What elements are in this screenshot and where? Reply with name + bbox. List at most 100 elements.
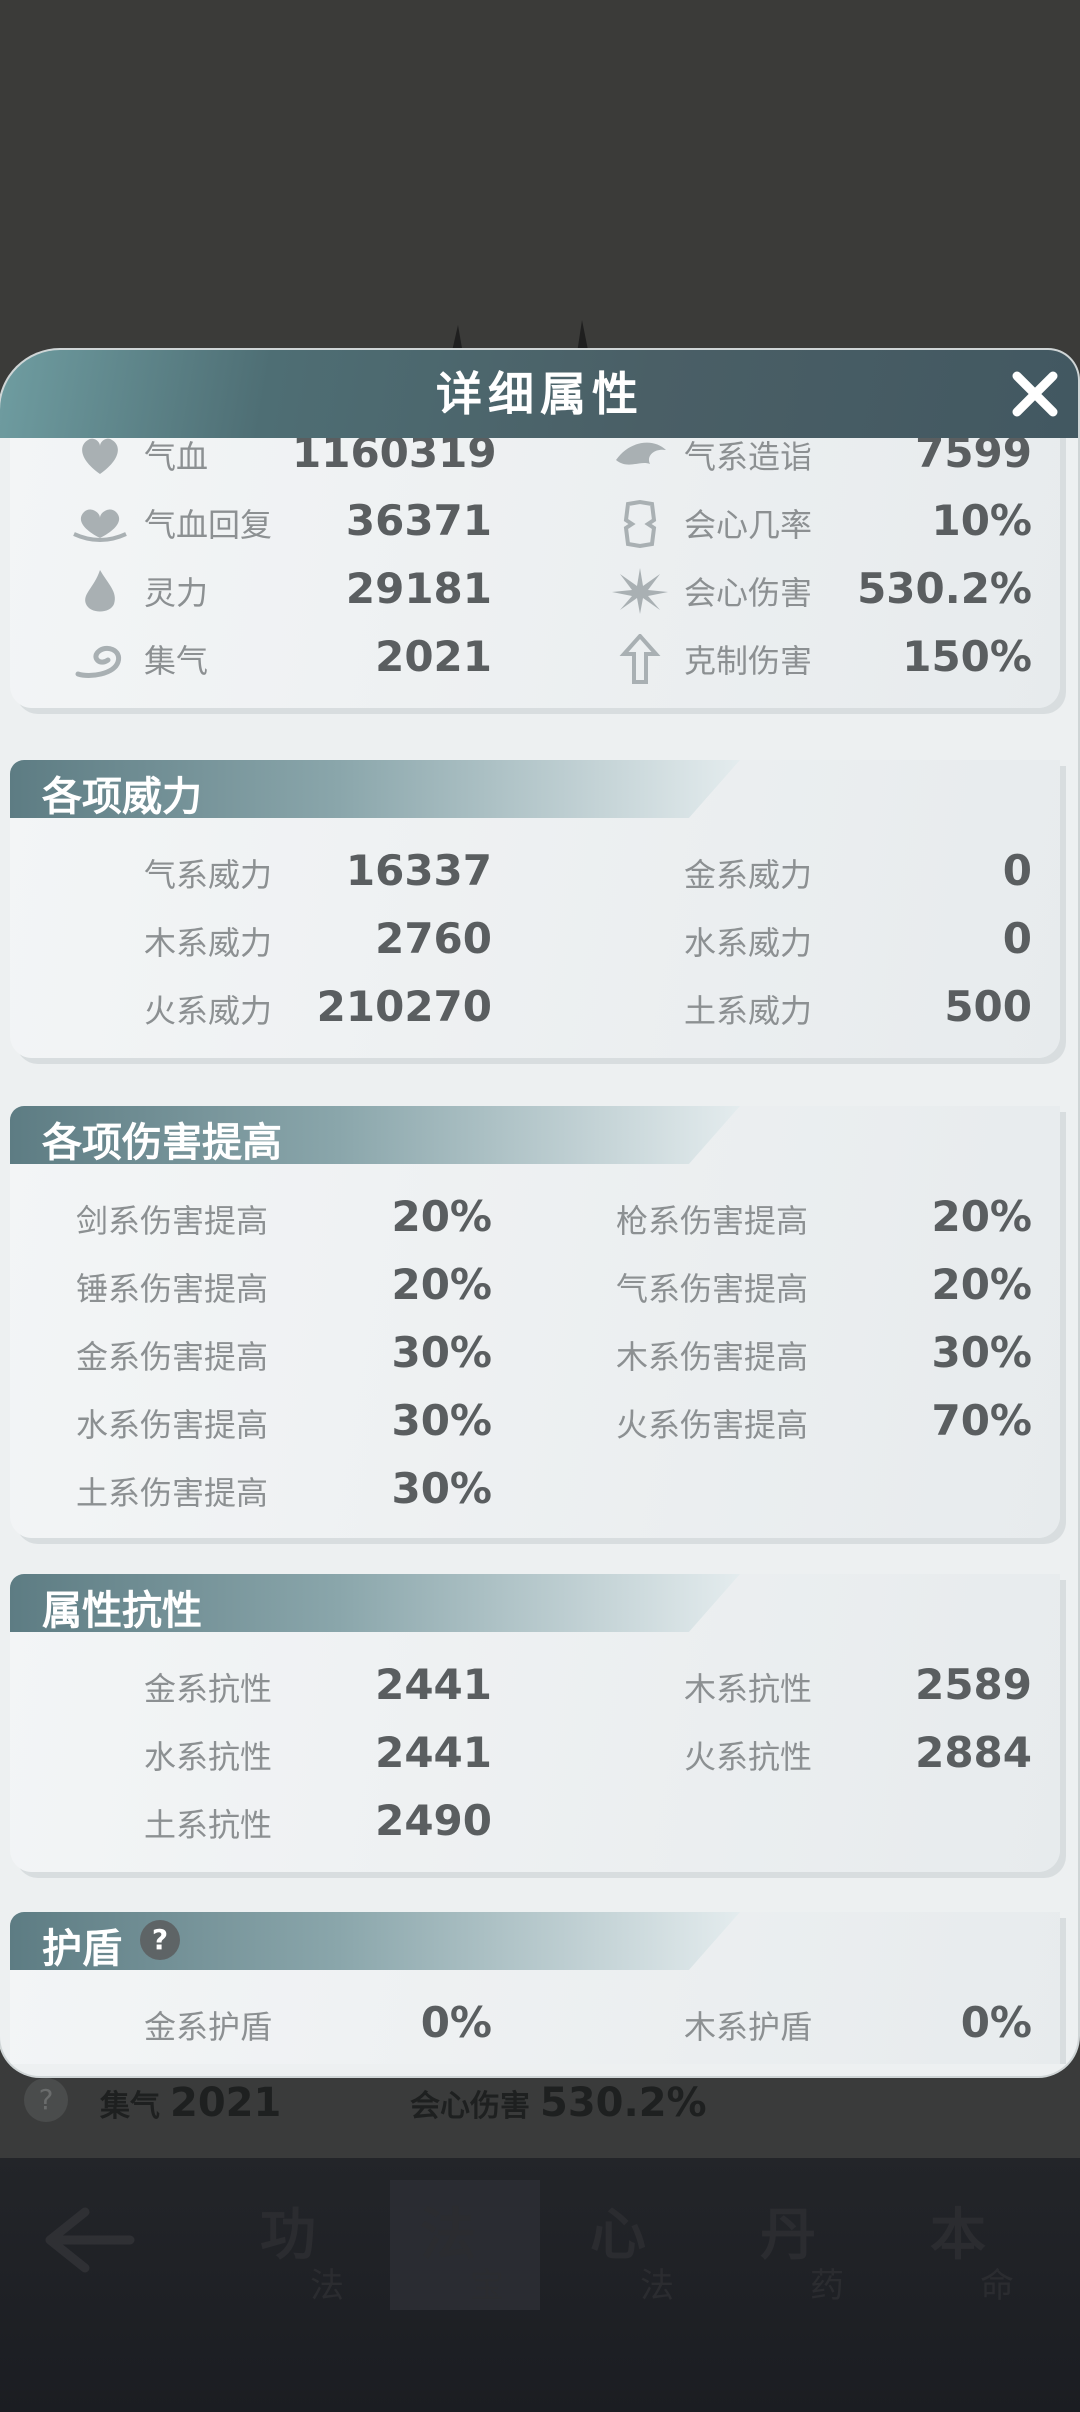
power-value-wood: 2760	[375, 914, 492, 963]
nav-tab-gongfa-small: 法	[310, 2266, 344, 2306]
resistance-label-metal: 金系抗性	[144, 1670, 273, 1708]
power-value-water: 0	[1002, 914, 1032, 963]
power-label-qi: 气系威力	[144, 856, 273, 894]
damage-boost-label-fire: 火系伤害提高	[616, 1406, 809, 1444]
resistance-label-earth: 土系抗性	[144, 1806, 273, 1844]
stat-label-crit-rate: 会心几率	[684, 506, 813, 544]
stat-value-counter-damage: 150%	[902, 632, 1032, 681]
stat-label-blood: 气血	[144, 438, 209, 476]
damage-boost-panel: 各项伤害提高 剑系伤害提高 20% 锤系伤害提高 20% 金系伤害提高 30% …	[10, 1106, 1060, 1538]
nav-tab-danyao-big: 丹	[760, 2203, 816, 2268]
stat-value-blood: 1160319	[292, 438, 497, 477]
resistance-value-metal: 2441	[375, 1660, 492, 1709]
nav-tab-danyao[interactable]: 丹 药	[730, 2180, 880, 2310]
damage-boost-value-hammer: 20%	[391, 1260, 492, 1309]
shield-panel: 护盾 ? 金系护盾 0% 木系护盾 0%	[10, 1912, 1060, 2064]
background-crit-value: 530.2%	[540, 2080, 707, 2126]
damage-boost-label-sword: 剑系伤害提高	[76, 1202, 269, 1240]
damage-boost-label-earth: 土系伤害提高	[76, 1474, 269, 1512]
nav-tab-xinfa[interactable]: 心 法	[560, 2180, 710, 2310]
shield-value-metal: 0%	[420, 1998, 492, 2047]
damage-boost-value-metal: 30%	[391, 1328, 492, 1377]
power-label-earth: 土系威力	[684, 992, 813, 1030]
damage-boost-label-hammer: 锤系伤害提高	[76, 1270, 269, 1308]
power-panel: 各项威力 气系威力 16337 木系威力 2760 火系威力 210270 金系…	[10, 760, 1060, 1058]
close-icon[interactable]	[1005, 364, 1065, 424]
stat-value-crit-damage: 530.2%	[857, 564, 1032, 613]
nav-tab-danyao-small: 药	[810, 2266, 844, 2306]
stat-label-counter-damage: 克制伤害	[684, 642, 813, 680]
power-value-earth: 500	[944, 982, 1032, 1031]
stat-label-spirit: 灵力	[144, 574, 209, 612]
stat-value-qi-mastery: 7599	[915, 438, 1032, 477]
modal-title: 详细属性	[436, 367, 644, 421]
resistance-value-water: 2441	[375, 1728, 492, 1777]
resistance-value-wood: 2589	[915, 1660, 1032, 1709]
stat-value-gather-qi: 2021	[375, 632, 492, 681]
crit-rate-icon	[623, 499, 657, 548]
base-stats-panel: 气血 1160319 气血回复 36371 灵力 29181 集气 2021 气…	[10, 438, 1060, 708]
stat-value-blood-regen: 36371	[345, 496, 492, 545]
nav-tab-xinfa-big: 心	[590, 2203, 646, 2268]
shield-label-wood: 木系护盾	[684, 2008, 813, 2046]
background-help-icon: ?	[24, 2078, 68, 2122]
damage-boost-label-spear: 枪系伤害提高	[616, 1202, 809, 1240]
damage-boost-section-title: 各项伤害提高	[42, 1120, 282, 1166]
power-label-water: 水系威力	[684, 924, 813, 962]
damage-boost-value-wood: 30%	[931, 1328, 1032, 1377]
power-value-fire: 210270	[316, 982, 492, 1031]
stat-label-crit-damage: 会心伤害	[684, 574, 813, 612]
resistance-value-earth: 2490	[375, 1796, 492, 1845]
stat-value-spirit: 29181	[345, 564, 492, 613]
resistance-panel: 属性抗性 金系抗性 2441 水系抗性 2441 土系抗性 2490 木系抗性 …	[10, 1574, 1060, 1872]
shield-value-wood: 0%	[960, 1998, 1032, 2047]
stat-value-crit-rate: 10%	[931, 496, 1032, 545]
counter-damage-icon	[619, 634, 661, 684]
shield-help-icon[interactable]: ?	[140, 1920, 180, 1960]
nav-tab-fabao-small: 宝	[470, 2266, 504, 2306]
background-crit-stat: 会心伤害 530.2%	[410, 2080, 707, 2126]
power-section-title: 各项威力	[42, 774, 202, 820]
gather-qi-icon	[75, 645, 122, 678]
nav-tab-benming-big: 本	[930, 2203, 986, 2268]
nav-tab-gongfa-big: 功	[260, 2203, 316, 2268]
background-gather-value: 2021	[170, 2080, 282, 2126]
power-label-wood: 木系威力	[144, 924, 273, 962]
nav-tab-gongfa[interactable]: 功 法	[230, 2180, 380, 2310]
power-value-metal: 0	[1002, 846, 1032, 895]
power-label-fire: 火系威力	[144, 992, 273, 1030]
blood-icon	[82, 438, 118, 474]
resistance-label-fire: 火系抗性	[684, 1738, 813, 1776]
damage-boost-value-water: 30%	[391, 1396, 492, 1445]
detail-attributes-modal: 详细属性 气血 1160319 气血回复 36371 灵力 29181 集气 2…	[0, 350, 1078, 2076]
damage-boost-label-water: 水系伤害提高	[76, 1406, 269, 1444]
background-crit-label: 会心伤害	[410, 2089, 530, 2124]
damage-boost-value-sword: 20%	[391, 1192, 492, 1241]
damage-boost-value-spear: 20%	[931, 1192, 1032, 1241]
resistance-label-water: 水系抗性	[144, 1738, 273, 1776]
resistance-label-wood: 木系抗性	[684, 1670, 813, 1708]
nav-tab-fabao-big: 法	[420, 2203, 476, 2268]
back-arrow-icon[interactable]	[40, 2200, 140, 2280]
qi-mastery-icon	[616, 442, 666, 465]
nav-tab-benming[interactable]: 本 命	[900, 2180, 1050, 2310]
nav-tab-fabao[interactable]: 法 宝	[390, 2180, 540, 2310]
stat-label-gather-qi: 集气	[144, 642, 209, 680]
damage-boost-label-qi: 气系伤害提高	[616, 1270, 809, 1308]
power-value-qi: 16337	[345, 846, 492, 895]
blood-regen-icon	[73, 509, 127, 542]
spirit-icon	[85, 570, 115, 612]
background-gather-label: 集气	[100, 2089, 160, 2124]
damage-boost-value-earth: 30%	[391, 1464, 492, 1513]
damage-boost-label-metal: 金系伤害提高	[76, 1338, 269, 1376]
crit-damage-icon	[612, 568, 668, 614]
nav-tab-benming-small: 命	[980, 2266, 1014, 2306]
resistance-section-title: 属性抗性	[42, 1588, 202, 1634]
nav-tab-xinfa-small: 法	[640, 2266, 674, 2306]
attributes-scroll-area[interactable]: 气血 1160319 气血回复 36371 灵力 29181 集气 2021 气…	[10, 438, 1068, 2064]
damage-boost-value-qi: 20%	[931, 1260, 1032, 1309]
power-label-metal: 金系威力	[684, 856, 813, 894]
shield-section-title: 护盾	[42, 1926, 122, 1972]
damage-boost-label-wood: 木系伤害提高	[616, 1338, 809, 1376]
background-gather-stat: 集气 2021	[100, 2080, 281, 2126]
